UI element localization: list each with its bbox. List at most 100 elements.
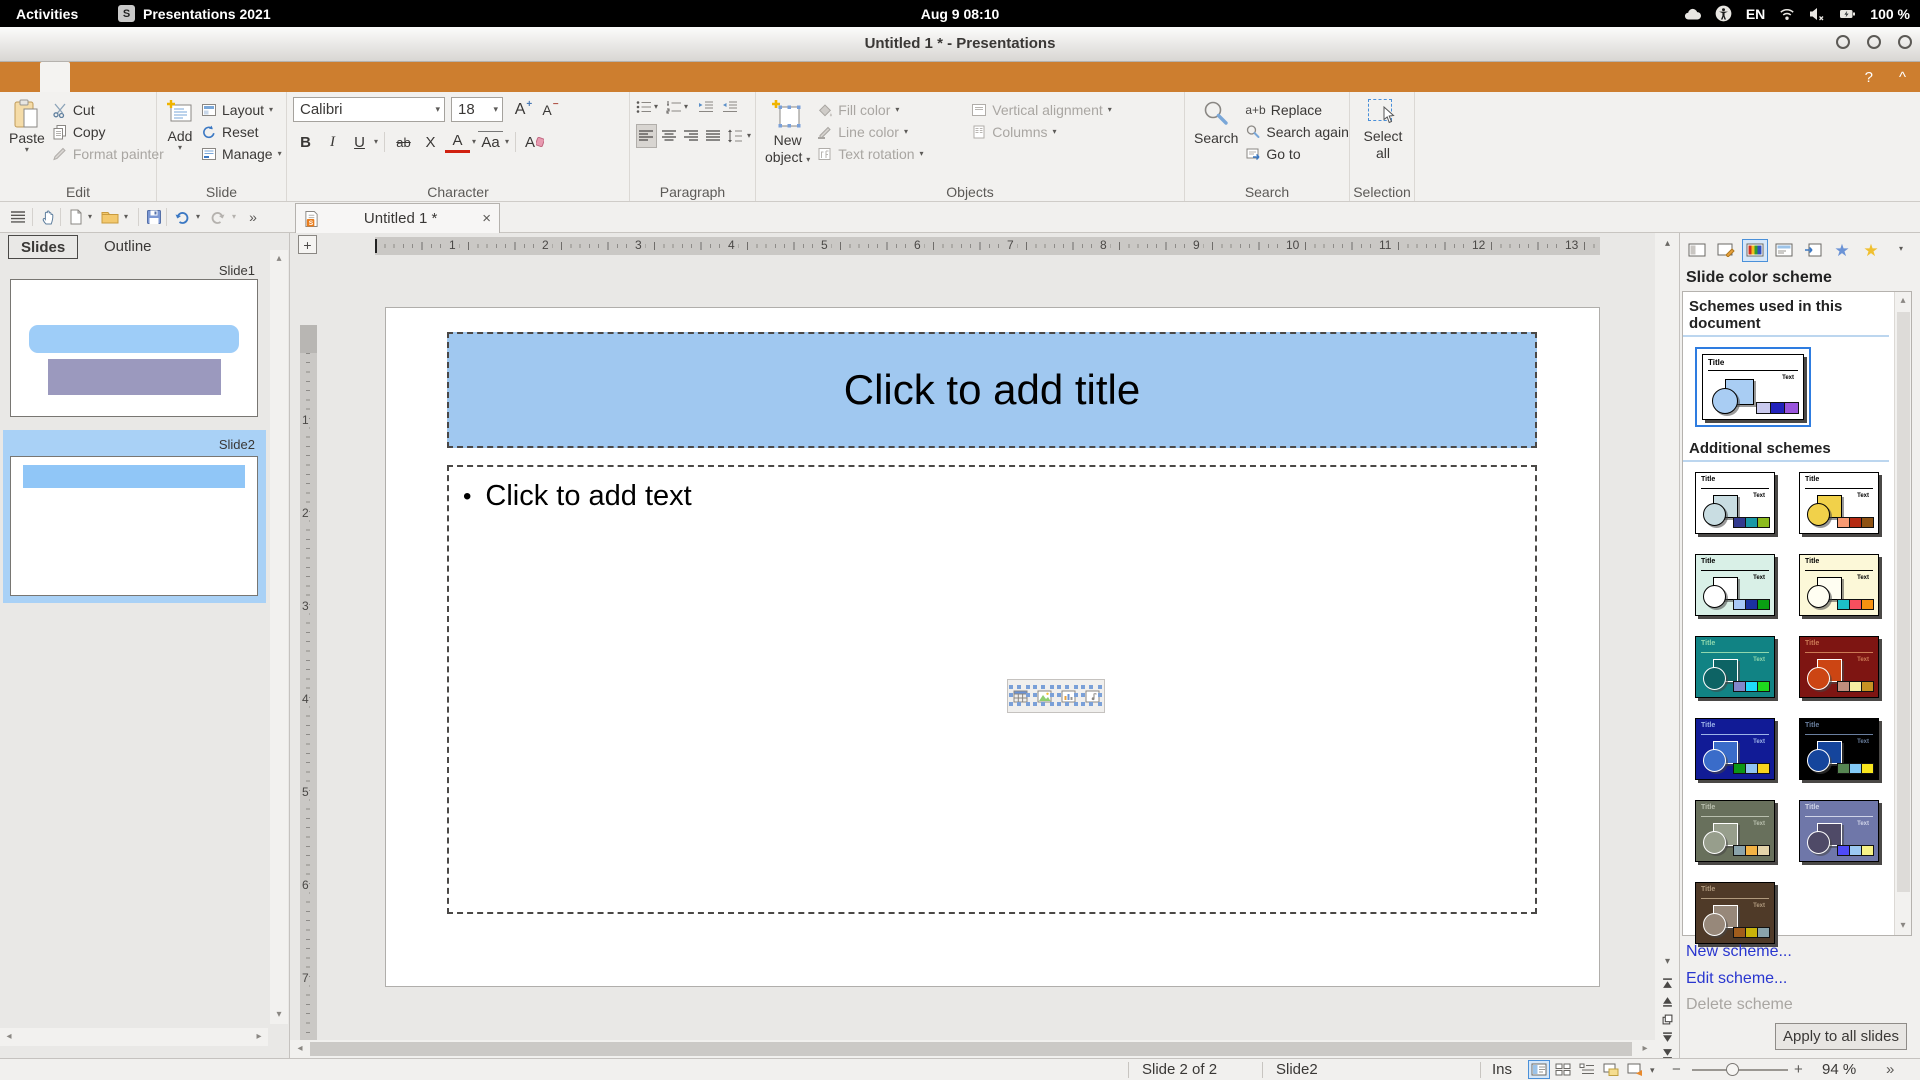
previous-slide-button[interactable]: [1658, 993, 1677, 1010]
apply-to-all-slides-button[interactable]: Apply to all slides: [1775, 1023, 1907, 1050]
notes-view-button[interactable]: [1600, 1060, 1622, 1079]
slides-pane-vscrollbar[interactable]: ▴ ▾: [270, 250, 288, 1024]
scroll-thumb[interactable]: [1897, 312, 1910, 892]
slide-position[interactable]: Slide 2 of 2: [1142, 1061, 1217, 1078]
undo-dropdown[interactable]: ▾: [192, 207, 204, 227]
sidebar-tab-transitions[interactable]: [1800, 239, 1826, 262]
chevron-down-icon[interactable]: ▾: [505, 139, 509, 145]
ribbon-tab[interactable]: [130, 62, 160, 92]
sidebar-more-button[interactable]: ▾: [1888, 237, 1914, 260]
color-scheme-thumbnail[interactable]: Title Text: [1695, 882, 1775, 944]
paste-button[interactable]: Paste ▾: [6, 97, 48, 178]
zoom-slider-knob[interactable]: [1726, 1063, 1739, 1076]
app-menu[interactable]: S Presentations 2021: [118, 5, 271, 22]
next-slide-button[interactable]: [1658, 1029, 1677, 1046]
scheme-list-scrollbar[interactable]: ▴ ▾: [1894, 292, 1911, 935]
search-again-button[interactable]: Search again: [1245, 121, 1349, 142]
insert-media-button[interactable]: [1083, 687, 1101, 705]
color-scheme-thumbnail[interactable]: Title Text: [1799, 718, 1879, 780]
color-scheme-thumbnail[interactable]: Title Text: [1799, 554, 1879, 616]
sidebar-menu-button[interactable]: [8, 207, 28, 227]
numbered-list-icon[interactable]: [666, 100, 682, 114]
sidebar-tab-animations[interactable]: ★: [1829, 239, 1855, 262]
insert-table-button[interactable]: [1011, 687, 1029, 705]
scroll-right-icon[interactable]: ▸: [252, 1028, 266, 1046]
slide-name[interactable]: Slide2: [1276, 1061, 1318, 1078]
color-scheme-thumbnail[interactable]: Title Text: [1695, 636, 1775, 698]
insert-chart-button[interactable]: [1059, 687, 1077, 705]
chevron-down-icon[interactable]: ▾: [374, 139, 378, 145]
scroll-up-icon[interactable]: ▴: [1658, 235, 1677, 252]
align-right-button[interactable]: [681, 124, 701, 148]
edit-scheme-link[interactable]: Edit scheme...: [1686, 970, 1787, 988]
new-document-button[interactable]: [66, 207, 86, 227]
color-scheme-thumbnail[interactable]: Title Text: [1695, 718, 1775, 780]
color-scheme-thumbnail[interactable]: Title Text: [1695, 554, 1775, 616]
zoom-out-button[interactable]: −: [1672, 1061, 1681, 1078]
ribbon-tab[interactable]: [100, 62, 130, 92]
color-scheme-thumbnail[interactable]: Title Text: [1695, 800, 1775, 862]
slide2-thumbnail[interactable]: [10, 456, 258, 596]
redo-dropdown[interactable]: ▾: [228, 207, 240, 227]
fill-color-button[interactable]: Fill color ▾: [817, 99, 967, 120]
sidebar-tab-designs[interactable]: [1713, 239, 1739, 262]
margin-marker[interactable]: [375, 239, 377, 253]
change-case-button[interactable]: Aa: [478, 131, 503, 153]
slide-editing-surface[interactable]: Click to add title • Click to add text: [385, 307, 1600, 987]
shrink-font-button[interactable]: A−: [538, 98, 563, 122]
color-scheme-thumbnail[interactable]: Title Text: [1799, 472, 1879, 534]
ribbon-tab[interactable]: [190, 62, 220, 92]
close-button[interactable]: [1898, 35, 1912, 49]
ribbon-tab[interactable]: [220, 62, 250, 92]
save-button[interactable]: [144, 207, 164, 227]
sidebar-tab-master[interactable]: [1771, 239, 1797, 262]
document-tab[interactable]: S Untitled 1 * ×: [295, 203, 500, 233]
color-scheme-thumbnail[interactable]: Title Text: [1799, 636, 1879, 698]
ribbon-tab[interactable]: [40, 62, 70, 92]
scroll-up-icon[interactable]: ▴: [1895, 292, 1911, 310]
document-tab-close-icon[interactable]: ×: [482, 210, 491, 227]
ribbon-tab[interactable]: [160, 62, 190, 92]
scroll-up-icon[interactable]: ▴: [270, 250, 288, 268]
columns-button[interactable]: Columns ▾: [971, 121, 1151, 142]
chevron-down-icon[interactable]: ▾: [472, 139, 476, 145]
touch-mode-button[interactable]: [38, 207, 58, 227]
tab-slides[interactable]: Slides: [8, 235, 78, 259]
manage-button[interactable]: Manage ▾: [201, 143, 282, 164]
select-all-button[interactable]: Select all: [1361, 97, 1406, 178]
align-left-button[interactable]: [636, 124, 657, 148]
justify-button[interactable]: [703, 124, 723, 148]
horizontal-ruler[interactable]: 12345678910111213: [375, 237, 1600, 255]
align-center-button[interactable]: [659, 124, 679, 148]
zoom-level[interactable]: 94 %: [1822, 1061, 1856, 1078]
scroll-left-icon[interactable]: ◂: [2, 1028, 16, 1046]
zoom-in-button[interactable]: +: [1794, 1061, 1803, 1078]
reset-button[interactable]: Reset: [201, 121, 282, 142]
increase-indent-icon[interactable]: [698, 100, 714, 114]
ribbon-tab[interactable]: [70, 62, 100, 92]
format-painter-button[interactable]: Format painter: [52, 143, 164, 164]
status-overflow-button[interactable]: »: [1886, 1061, 1894, 1078]
chevron-down-icon[interactable]: ▾: [654, 104, 658, 110]
font-name-combo[interactable]: Calibri ▾: [293, 97, 445, 122]
slides-pane-hscrollbar[interactable]: ◂ ▸: [0, 1028, 268, 1046]
color-scheme-thumbnail[interactable]: Title Text: [1799, 800, 1879, 862]
help-button[interactable]: ?: [1865, 69, 1873, 86]
cut-button[interactable]: Cut: [52, 99, 164, 120]
slideshow-dropdown[interactable]: ▾: [1650, 1065, 1655, 1076]
font-size-combo[interactable]: 18 ▾: [451, 97, 503, 122]
replace-button[interactable]: a+b Replace: [1245, 99, 1349, 120]
slide1-thumbnail[interactable]: [10, 279, 258, 417]
copy-button[interactable]: Copy: [52, 121, 164, 142]
tab-outline[interactable]: Outline: [92, 235, 164, 259]
redo-button[interactable]: [208, 207, 228, 227]
collapse-ribbon-button[interactable]: ^: [1899, 69, 1906, 86]
title-placeholder[interactable]: Click to add title: [447, 332, 1537, 448]
scroll-left-icon[interactable]: ◂: [293, 1040, 307, 1058]
activities-button[interactable]: Activities: [16, 6, 78, 22]
new-document-dropdown[interactable]: ▾: [84, 207, 96, 227]
new-object-button[interactable]: New object ▾: [762, 97, 813, 178]
layout-button[interactable]: Layout ▾: [201, 99, 282, 120]
underline-button[interactable]: U: [347, 130, 372, 154]
hscroll-thumb[interactable]: [310, 1042, 1632, 1056]
